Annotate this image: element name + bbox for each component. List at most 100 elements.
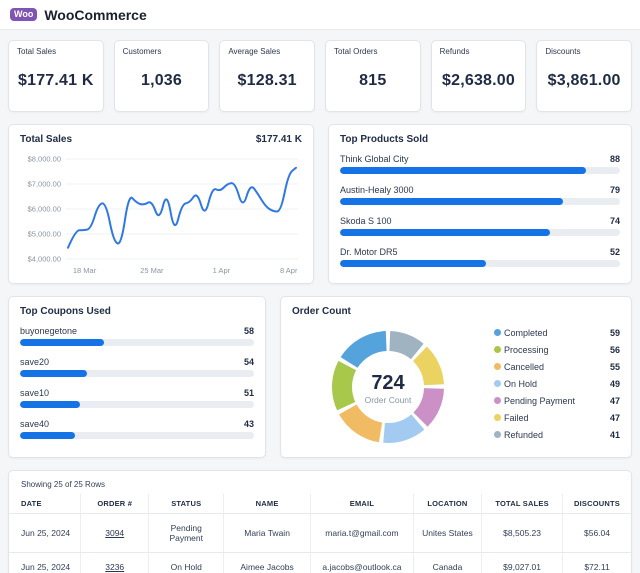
legend-value: 55 xyxy=(596,362,620,372)
top-coupons-title: Top Coupons Used xyxy=(20,306,111,317)
product-bar-header: Think Global City88 xyxy=(340,154,620,164)
coupon-bar-fill xyxy=(20,432,75,439)
total-sales-line-chart: $8,000.00$7,000.00$6,000.00$5,000.00$4,0… xyxy=(20,145,302,277)
coupon-bar-label: buyonegetone xyxy=(20,326,77,336)
table-cell: a.jacobs@outlook.ca xyxy=(311,553,414,573)
coupon-bar-track xyxy=(20,401,254,408)
table-cell: 3094 xyxy=(81,514,149,553)
stat-card-customers: Customers1,036 xyxy=(114,40,210,112)
donut-segment-pending-payment xyxy=(421,388,434,419)
legend-value: 49 xyxy=(596,379,620,389)
product-bar-fill xyxy=(340,198,563,205)
app-title: WooCommerce xyxy=(44,7,146,23)
donut-segment-refunded xyxy=(390,341,417,351)
legend-label: Cancelled xyxy=(504,362,596,372)
stat-card-refunds: Refunds$2,638.00 xyxy=(431,40,527,112)
coupon-bar-label: save10 xyxy=(20,388,49,398)
coupon-bar-value: 58 xyxy=(244,326,254,336)
table-cell: Aimee Jacobs xyxy=(224,553,311,573)
legend-dot-icon xyxy=(494,397,501,404)
column-header-name: NAME xyxy=(224,494,311,514)
table-cell: $9,027.01 xyxy=(482,553,563,573)
order-number-link[interactable]: 3236 xyxy=(105,562,124,572)
charts-row-2: Top Coupons Used buyonegetone 58 save2054 s… xyxy=(8,296,632,458)
coupon-bar-fill xyxy=(20,370,87,377)
product-bar-label: Austin-Healy 3000 xyxy=(340,185,414,195)
coupon-bar-header: save2054 xyxy=(20,357,254,367)
stat-card-label: Discounts xyxy=(545,47,623,56)
stat-card-value: 815 xyxy=(334,72,412,90)
order-number-link[interactable]: 3094 xyxy=(105,528,124,538)
product-bar-item: Think Global City88 xyxy=(340,154,620,174)
coupon-bar-item: save1051 xyxy=(20,388,254,408)
product-bar-item: Dr. Motor DR5 52 xyxy=(340,247,620,267)
top-products-card: Top Products Sold Think Global City88 Aus… xyxy=(328,124,632,284)
legend-value: 56 xyxy=(596,345,620,355)
svg-text:1 Apr: 1 Apr xyxy=(213,266,231,275)
stat-card-label: Total Sales xyxy=(17,47,95,56)
coupon-bar-item: save2054 xyxy=(20,357,254,377)
svg-text:$6,000.00: $6,000.00 xyxy=(28,205,61,214)
legend-label: Pending Payment xyxy=(504,396,596,406)
stat-card-label: Total Orders xyxy=(334,47,412,56)
woocommerce-logo-icon: Woo xyxy=(10,8,37,21)
stat-card-value: $177.41 K xyxy=(17,72,95,90)
product-bar-fill xyxy=(340,229,550,236)
product-bar-header: Dr. Motor DR5 52 xyxy=(340,247,620,257)
top-coupons-bar-list: buyonegetone 58 save2054 save1051 save4043 xyxy=(20,326,254,439)
product-bar-label: Skoda S 100 xyxy=(340,216,392,226)
legend-value: 47 xyxy=(596,413,620,423)
table-cell: 3236 xyxy=(81,553,149,573)
product-bar-track xyxy=(340,229,620,236)
column-header-total-sales: TOTAL SALES xyxy=(482,494,563,514)
svg-text:$4,000.00: $4,000.00 xyxy=(28,255,61,264)
coupon-bar-header: save4043 xyxy=(20,419,254,429)
legend-row-pending-payment: Pending Payment47 xyxy=(494,396,620,406)
legend-row-on-hold: On Hold49 xyxy=(494,379,620,389)
orders-table-card: Showing 25 of 25 Rows DATEORDER #STATUSN… xyxy=(8,470,632,573)
order-count-chart-area: 724Order Count Completed59Processing56Ca… xyxy=(292,319,620,455)
legend-dot-icon xyxy=(494,329,501,336)
column-header-order-: ORDER # xyxy=(81,494,149,514)
charts-row-1: Total Sales $177.41 K $8,000.00$7,000.00… xyxy=(8,124,632,284)
stat-card-value: $128.31 xyxy=(228,72,306,90)
coupon-bar-value: 43 xyxy=(244,419,254,429)
stat-card-label: Refunds xyxy=(440,47,518,56)
svg-text:8 Apr: 8 Apr xyxy=(280,266,298,275)
coupon-bar-fill xyxy=(20,339,104,346)
total-sales-chart-total: $177.41 K xyxy=(256,134,302,145)
svg-text:25 Mar: 25 Mar xyxy=(140,266,164,275)
product-bar-value: 88 xyxy=(610,154,620,164)
top-products-title: Top Products Sold xyxy=(340,134,428,145)
column-header-discounts: DISCOUNTS xyxy=(563,494,631,514)
svg-text:18 Mar: 18 Mar xyxy=(73,266,97,275)
stat-card-value: $3,861.00 xyxy=(545,72,623,90)
table-cell: $8,505.23 xyxy=(482,514,563,553)
product-bar-track xyxy=(340,260,620,267)
top-products-bar-list: Think Global City88Austin-Healy 300079Sk… xyxy=(340,154,620,267)
order-count-title: Order Count xyxy=(292,306,351,317)
column-header-status: STATUS xyxy=(149,494,224,514)
column-header-email: EMAIL xyxy=(311,494,414,514)
product-bar-track xyxy=(340,198,620,205)
stat-card-average-sales: Average Sales$128.31 xyxy=(219,40,315,112)
product-bar-value: 52 xyxy=(610,247,620,257)
coupon-bar-header: save1051 xyxy=(20,388,254,398)
product-bar-header: Skoda S 10074 xyxy=(340,216,620,226)
total-sales-chart-title: Total Sales xyxy=(20,134,72,145)
orders-table: DATEORDER #STATUSNAMEEMAILLOCATIONTOTAL … xyxy=(9,494,631,573)
column-header-location: LOCATION xyxy=(413,494,481,514)
stat-card-discounts: Discounts $3,861.00 xyxy=(536,40,632,112)
legend-label: Refunded xyxy=(504,430,596,440)
order-count-card: Order Count 724Order Count Completed59Pr… xyxy=(280,296,632,458)
table-row: Jun 25, 20243236On HoldAimee Jacobsa.jac… xyxy=(9,553,631,573)
table-cell: $72.11 xyxy=(563,553,631,573)
coupon-bar-track xyxy=(20,370,254,377)
top-coupons-card: Top Coupons Used buyonegetone 58 save2054 s… xyxy=(8,296,266,458)
table-cell: Canada xyxy=(413,553,481,573)
product-bar-label: Dr. Motor DR5 xyxy=(340,247,398,257)
stat-card-total-orders: Total Orders 815 xyxy=(325,40,421,112)
legend-row-refunded: Refunded41 xyxy=(494,430,620,440)
coupon-bar-header: buyonegetone 58 xyxy=(20,326,254,336)
legend-label: Completed xyxy=(504,328,596,338)
